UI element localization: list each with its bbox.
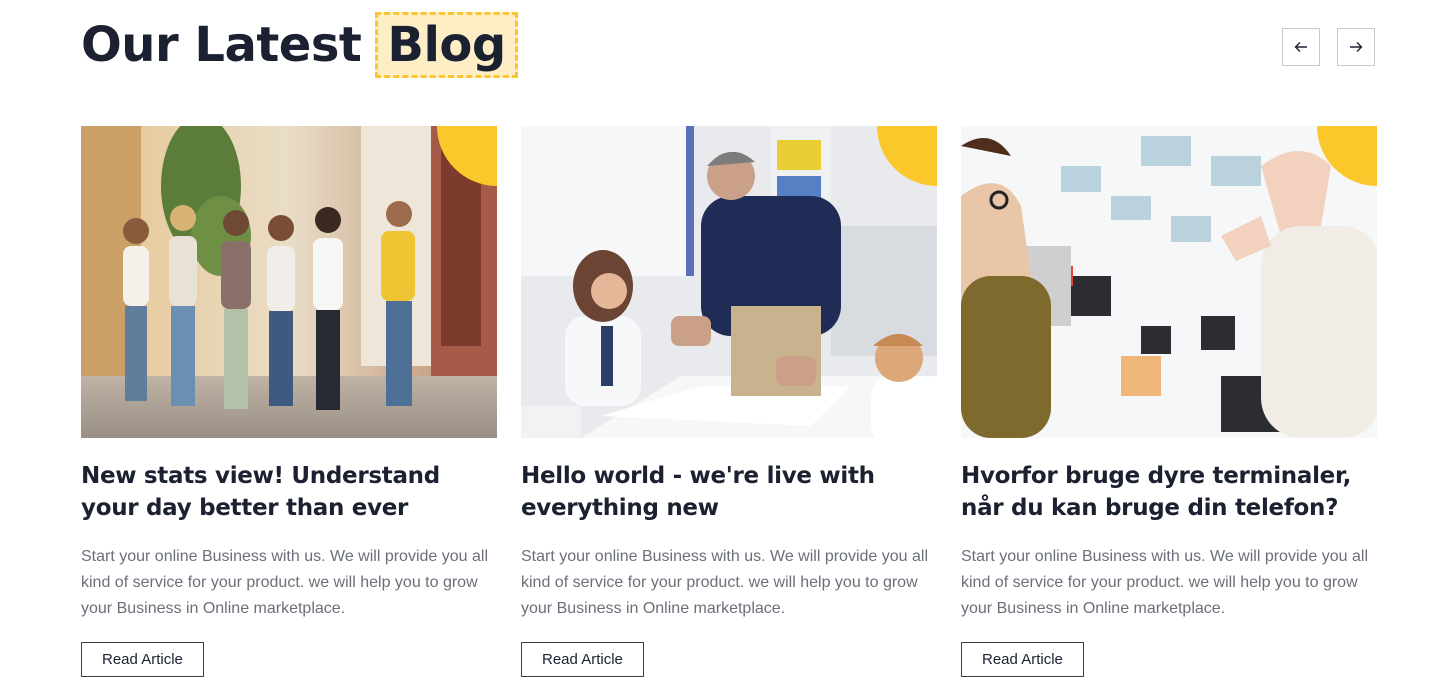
blog-card: Hello world - we're live with everything… (521, 126, 937, 677)
students-walking-photo (81, 126, 497, 438)
section-title-text: Our Latest (81, 17, 362, 73)
blog-section-header: Our Latest Blog (81, 12, 1377, 80)
teacher-classroom-photo (521, 126, 937, 438)
blog-card-excerpt: Start your online Business with us. We w… (521, 548, 928, 617)
arrow-left-icon (1294, 42, 1307, 52)
section-title: Our Latest Blog (81, 12, 518, 78)
corner-accent (437, 126, 497, 186)
carousel-prev-button[interactable] (1282, 28, 1320, 66)
blog-card-title[interactable]: Hello world - we're live with everything… (521, 460, 937, 524)
blog-card: New stats view! Understand your day bett… (81, 126, 497, 677)
blog-card-excerpt: Start your online Business with us. We w… (81, 548, 488, 617)
arrow-right-icon (1350, 42, 1363, 52)
section-title-highlight: Blog (375, 12, 518, 78)
corner-accent (877, 126, 937, 186)
blog-card-image[interactable] (521, 126, 937, 438)
blog-card-excerpt: Start your online Business with us. We w… (961, 548, 1368, 617)
corner-accent (1317, 126, 1377, 186)
blog-card-image[interactable] (81, 126, 497, 438)
read-article-button[interactable]: Read Article (961, 642, 1084, 677)
blog-card: Hvorfor bruge dyre terminaler, når du ka… (961, 126, 1377, 677)
blog-card-title[interactable]: Hvorfor bruge dyre terminaler, når du ka… (961, 460, 1377, 524)
blog-card-image[interactable] (961, 126, 1377, 438)
read-article-button[interactable]: Read Article (81, 642, 204, 677)
carousel-next-button[interactable] (1337, 28, 1375, 66)
blog-card-title[interactable]: New stats view! Understand your day bett… (81, 460, 497, 524)
read-article-button[interactable]: Read Article (521, 642, 644, 677)
designers-moodboard-photo (961, 126, 1377, 438)
